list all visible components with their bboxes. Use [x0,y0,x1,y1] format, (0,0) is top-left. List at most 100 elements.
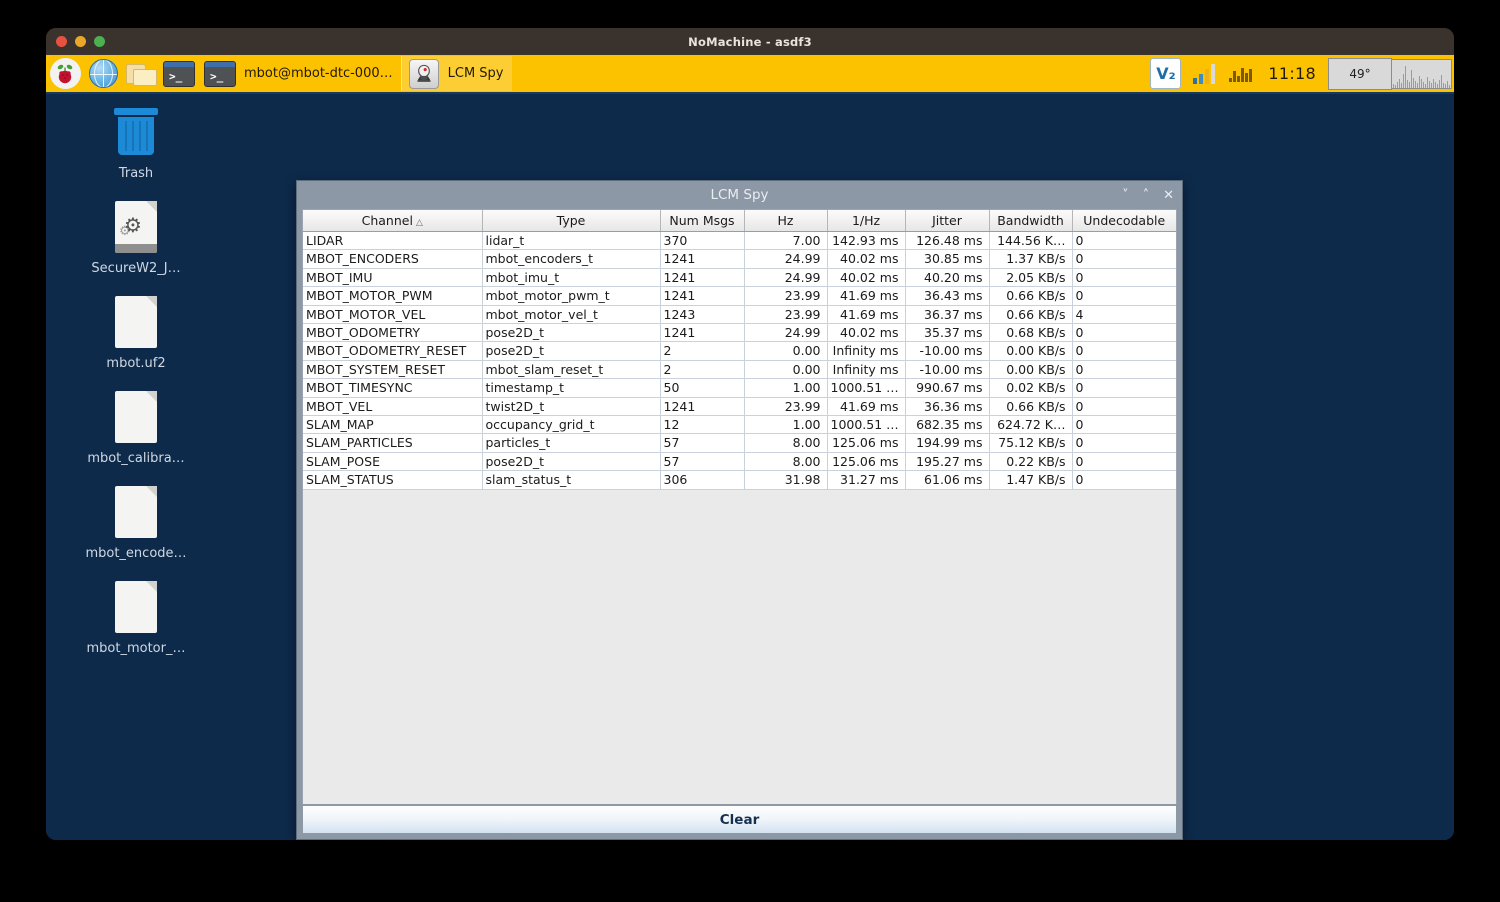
cell-channel: MBOT_ENCODERS [303,249,483,269]
cell-type: twist2D_t [482,397,661,417]
table-row[interactable]: MBOT_IMU mbot_imu_t 1241 24.99 40.02 ms 40.20… [303,268,1176,288]
table-row[interactable]: SLAM_POSE pose2D_t 57 8.00 125.06 ms 195.27 m… [303,452,1176,472]
cell-channel: MBOT_MOTOR_PWM [303,286,483,306]
channel-table-body: LIDAR lidar_t 370 7.00 142.93 ms 126.48 ms 144… [303,231,1176,490]
cpu-graph-bar [1395,84,1396,88]
cell-type: pose2D_t [482,323,661,343]
lcmspy-titlebar[interactable]: LCM Spy ˅ ˄ ✕ [297,181,1182,209]
cpu-graph-bar [1403,73,1404,88]
desktop-icon-mbot-uf2[interactable]: mbot.uf2 [70,292,202,371]
cell-hz: 23.99 [744,397,828,417]
close-icon[interactable]: ✕ [1163,189,1174,202]
column-header-channel[interactable]: Channel △ [303,210,483,232]
channel-table: Channel △ Type Num Msgs Hz 1/Hz Jitter Bandwidt… [303,210,1176,490]
table-row[interactable]: MBOT_MOTOR_PWM mbot_motor_pwm_t 1241 23.99 4… [303,286,1176,306]
cell-hz: 24.99 [744,268,828,288]
cpu-graph-bar [1409,81,1410,88]
cell-type: timestamp_t [482,378,661,398]
column-header-jitter[interactable]: Jitter [905,210,990,232]
desktop-icon-label: mbot_encode… [85,546,187,561]
cell-type: particles_t [482,433,661,453]
desktop-icon-label: mbot_calibra… [87,451,185,466]
trash-icon [70,102,202,162]
vnc-icon[interactable]: V₂ [1150,58,1182,89]
table-row[interactable]: MBOT_MOTOR_VEL mbot_motor_vel_t 1243 23.99 4… [303,305,1176,325]
cell-hz: 0.00 [744,341,828,361]
cell-num-msgs: 50 [660,378,745,398]
cell-num-msgs: 1241 [660,249,745,269]
desktop-icon-trash[interactable]: Trash [70,102,202,181]
cell-type: slam_status_t [482,470,661,490]
table-row[interactable]: LIDAR lidar_t 370 7.00 142.93 ms 126.48 ms 144… [303,231,1176,251]
cell-channel: SLAM_POSE [303,452,483,472]
cpu-monitor-icon[interactable] [1229,66,1253,82]
nomachine-titlebar: NoMachine - asdf3 [46,28,1454,55]
desktop-icon-securew2[interactable]: ⚙ ⚙ SecureW2_J… [70,197,202,276]
cell-num-msgs: 2 [660,360,745,380]
cell-1-hz: 125.06 ms [827,452,906,472]
table-row[interactable]: MBOT_ODOMETRY_RESET pose2D_t 2 0.00 Infinity… [303,341,1176,361]
task-button-terminal[interactable]: >_ mbot@mbot-dtc-000… [198,56,401,91]
cell-num-msgs: 1241 [660,286,745,306]
desktop-icon-mbot-calibra[interactable]: mbot_calibra… [70,387,202,466]
cpu-history-graph[interactable] [1392,58,1452,89]
cell-hz: 0.00 [744,360,828,380]
cell-jitter: 682.35 ms [905,415,990,435]
desktop: Trash ⚙ ⚙ SecureW2_J… mbot.uf2 mbot_cali… [46,94,1454,840]
table-row[interactable]: MBOT_ENCODERS mbot_encoders_t 1241 24.99 40.… [303,249,1176,269]
task-button-lcmspy[interactable]: LCM Spy [400,56,512,91]
cell-type: mbot_imu_t [482,268,661,288]
cell-undecodable: 0 [1072,397,1176,417]
cpu-graph-bar [1435,81,1436,88]
cpu-graph-bar [1401,82,1402,88]
chevron-up-icon[interactable]: ˄ [1143,189,1150,202]
raspberry-pi-menu-icon[interactable] [49,58,81,90]
lcmspy-content: Channel △ Type Num Msgs Hz 1/Hz Jitter Bandwidt… [302,209,1177,804]
table-row[interactable]: SLAM_STATUS slam_status_t 306 31.98 31.27 ms… [303,470,1176,490]
table-row[interactable]: SLAM_MAP occupancy_grid_t 12 1.00 1000.51 … 6… [303,415,1176,435]
cell-num-msgs: 2 [660,341,745,361]
table-row[interactable]: SLAM_PARTICLES particles_t 57 8.00 125.06 ms… [303,433,1176,453]
column-header-num-msgs[interactable]: Num Msgs [660,210,745,232]
temperature-indicator[interactable]: 49° [1328,57,1392,90]
column-header-hz[interactable]: Hz [744,210,828,232]
table-row[interactable]: MBOT_ODOMETRY pose2D_t 1241 24.99 40.02 ms 35… [303,323,1176,343]
cell-bandwidth: 0.66 KB/s [989,397,1073,417]
cell-1-hz: 31.27 ms [827,470,906,490]
cell-channel: MBOT_VEL [303,397,483,417]
terminal-icon[interactable]: >_ [163,58,195,90]
cpu-graph-bar [1415,80,1416,88]
cell-bandwidth: 624.72 K… [989,415,1073,435]
clear-button[interactable]: Clear [302,805,1177,834]
table-row[interactable]: MBOT_TIMESYNC timestamp_t 50 1.00 1000.51 … 9… [303,378,1176,398]
column-header-undecodable[interactable]: Undecodable [1072,210,1176,232]
cpu-graph-bar [1445,83,1446,88]
column-header-1-hz[interactable]: 1/Hz [827,210,906,232]
file-manager-icon[interactable] [125,58,157,90]
cell-undecodable: 0 [1072,323,1176,343]
table-row[interactable]: MBOT_SYSTEM_RESET mbot_slam_reset_t 2 0.00 I… [303,360,1176,380]
document-icon [70,387,202,447]
clock[interactable]: 11:18 [1268,64,1316,83]
table-row[interactable]: MBOT_VEL twist2D_t 1241 23.99 41.69 ms 36.36 … [303,397,1176,417]
vnc-label: V₂ [1156,63,1176,83]
cell-channel: MBOT_ODOMETRY_RESET [303,341,483,361]
desktop-icon-mbot-encode[interactable]: mbot_encode… [70,482,202,561]
cell-num-msgs: 1243 [660,305,745,325]
maximize-button[interactable] [94,36,105,47]
terminal-glyph: >_ [204,60,236,87]
cell-type: mbot_encoders_t [482,249,661,269]
column-header-bandwidth[interactable]: Bandwidth [989,210,1073,232]
cell-1-hz: 41.69 ms [827,286,906,306]
minimize-button[interactable] [75,36,86,47]
desktop-icon-mbot-motor[interactable]: mbot_motor_… [70,577,202,656]
cell-undecodable: 0 [1072,378,1176,398]
close-button[interactable] [56,36,67,47]
cell-1-hz: 40.02 ms [827,268,906,288]
network-signal-icon[interactable] [1193,63,1216,84]
chevron-down-icon[interactable]: ˅ [1122,189,1129,202]
column-header-type[interactable]: Type [482,210,661,232]
cell-channel: LIDAR [303,231,483,251]
cell-undecodable: 0 [1072,286,1176,306]
web-browser-icon[interactable] [87,58,119,90]
